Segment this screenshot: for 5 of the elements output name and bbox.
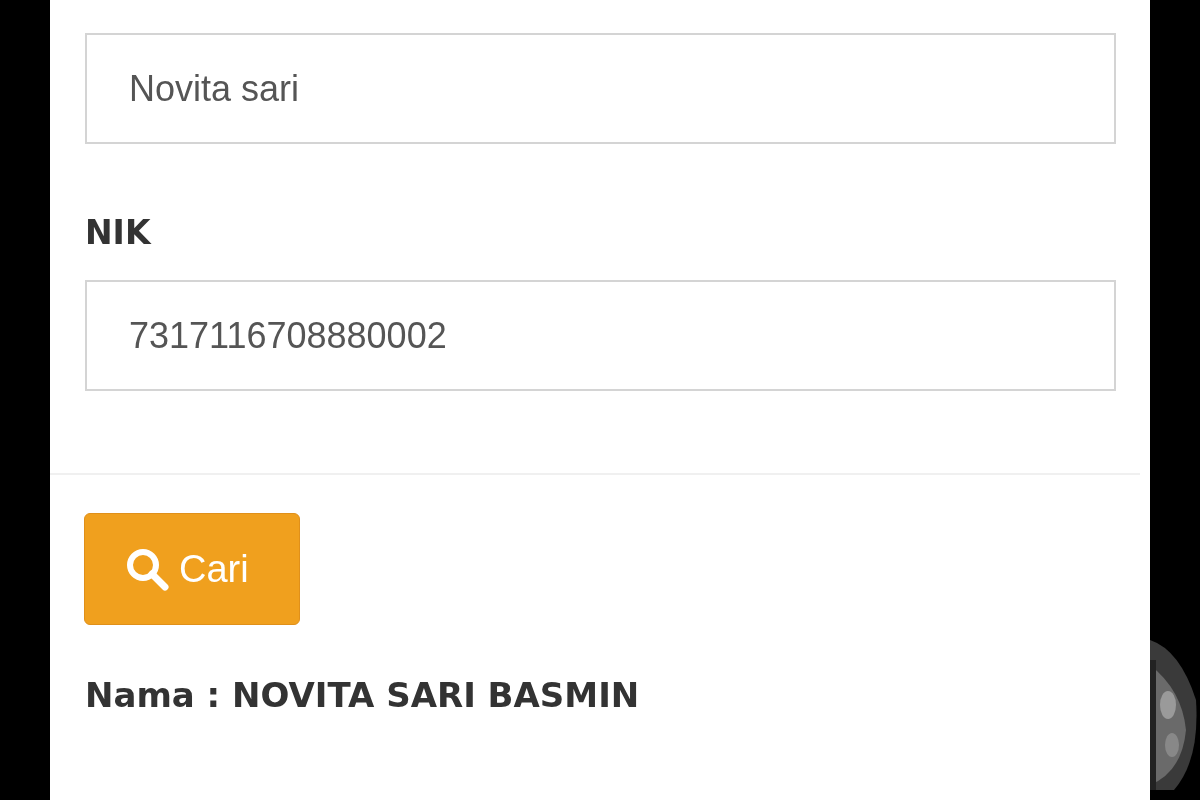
input-field[interactable]: 7317116708880002 (85, 280, 1116, 391)
search-icon (125, 547, 169, 591)
result-text: Nama : NOVITA SARI BASMIN (85, 675, 640, 715)
input-field[interactable]: Novita sari (85, 33, 1116, 144)
field-label: NIK (85, 212, 151, 254)
